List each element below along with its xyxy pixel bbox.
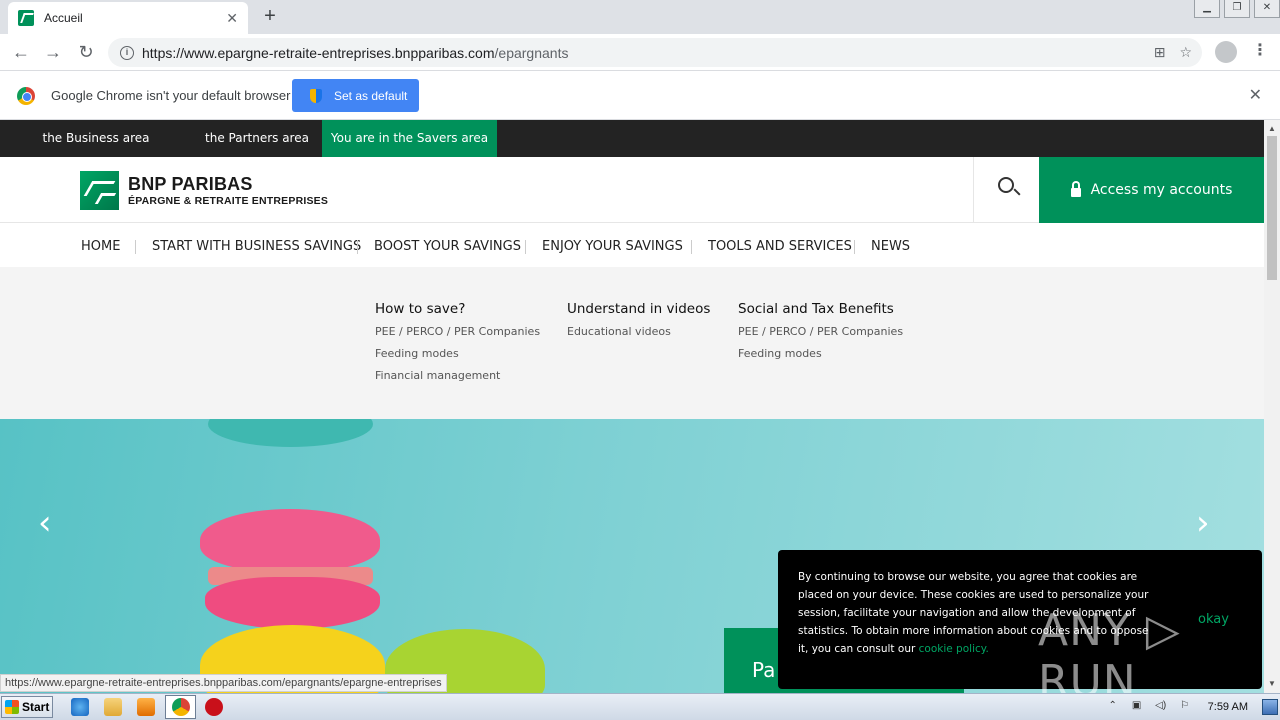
menu-link[interactable]: PEE / PERCO / PER Companies (375, 323, 540, 345)
carousel-next-icon[interactable]: › (1196, 503, 1210, 543)
nav-boost-savings[interactable]: BOOST YOUR SAVINGS (374, 239, 521, 254)
nav-enjoy-savings[interactable]: ENJOY YOUR SAVINGS (542, 239, 683, 254)
volume-icon[interactable]: ◁) (1152, 700, 1170, 714)
windows-logo-icon (5, 700, 19, 714)
nav-divider (854, 240, 855, 254)
bookmark-star-icon[interactable]: ☆ (1179, 44, 1192, 61)
chrome-icon (172, 698, 190, 716)
chrome-logo-icon (17, 87, 35, 105)
nav-tools-services[interactable]: TOOLS AND SERVICES (708, 239, 852, 254)
nav-divider (525, 240, 526, 254)
menu-link[interactable]: PEE / PERCO / PER Companies (738, 323, 903, 345)
start-label: Start (22, 700, 50, 714)
menu-column-videos: Understand in videos Educational videos (567, 301, 710, 345)
media-player-icon[interactable] (137, 698, 155, 716)
browser-tab[interactable]: Accueil ✕ (8, 2, 248, 34)
nav-divider (135, 240, 136, 254)
search-button[interactable] (973, 157, 1039, 223)
network-icon[interactable]: ▣ (1128, 700, 1146, 714)
profile-avatar-icon[interactable] (1215, 41, 1237, 63)
nav-start-business-savings[interactable]: START WITH BUSINESS SAVINGS (152, 239, 361, 254)
nav-news[interactable]: NEWS (871, 239, 910, 254)
infobar-message: Google Chrome isn't your default browser (51, 88, 291, 103)
tab-strip: Accueil ✕ + ▁ ❐ ✕ (0, 0, 1280, 34)
access-accounts-button[interactable]: Access my accounts (1039, 157, 1264, 223)
set-default-button[interactable]: Set as default (292, 79, 419, 112)
start-button[interactable]: Start (1, 696, 53, 718)
forward-icon[interactable]: → (41, 40, 65, 64)
bnp-favicon-icon (18, 10, 34, 26)
menu-heading[interactable]: Social and Tax Benefits (738, 301, 903, 317)
tray-expand-icon[interactable]: ⌃ (1104, 700, 1122, 714)
site-header: BNP PARIBAS ÉPARGNE & RETRAITE ENTREPRIS… (0, 157, 1264, 223)
lock-icon (1070, 180, 1081, 197)
show-desktop-icon[interactable] (1262, 699, 1278, 715)
anyrun-watermark: ANY ▷ RUN (1038, 605, 1181, 707)
menu-column-tax-benefits: Social and Tax Benefits PEE / PERCO / PE… (738, 301, 903, 367)
logo-subtitle[interactable]: ÉPARGNE & RETRAITE ENTREPRISES (128, 195, 328, 207)
main-nav: HOME START WITH BUSINESS SAVINGS BOOST Y… (0, 223, 1264, 267)
uac-shield-icon (310, 88, 322, 103)
partners-area-link[interactable]: the Partners area (192, 120, 322, 157)
macaron-image (208, 419, 373, 447)
menu-heading[interactable]: Understand in videos (567, 301, 710, 317)
macaron-image (200, 509, 380, 571)
system-tray: ⌃ ▣ ◁) ⚐ 7:59 AM (1104, 694, 1280, 720)
menu-kebab-icon[interactable]: ⋮ (1252, 40, 1268, 60)
status-bubble-url: https://www.epargne-retraite-entreprises… (0, 674, 447, 692)
reload-icon[interactable]: ↻ (74, 40, 98, 64)
menu-heading[interactable]: How to save? (375, 301, 540, 317)
set-default-label: Set as default (334, 88, 408, 103)
back-icon[interactable]: ← (9, 40, 33, 64)
carousel-prev-icon[interactable]: ‹ (38, 503, 52, 543)
minimize-button[interactable]: ▁ (1194, 0, 1220, 18)
mega-menu: How to save? PEE / PERCO / PER Companies… (0, 267, 1264, 419)
close-window-button[interactable]: ✕ (1254, 0, 1280, 18)
infobar-close-icon[interactable]: ✕ (1249, 85, 1262, 105)
browser-toolbar: ← → ↻ i https://www.epargne-retraite-ent… (0, 34, 1280, 71)
tab-title: Accueil (44, 11, 83, 25)
tab-close-icon[interactable]: ✕ (226, 10, 238, 27)
chrome-taskbar-button[interactable] (165, 695, 196, 719)
url-text[interactable]: https://www.epargne-retraite-entreprises… (142, 45, 568, 61)
ie-icon[interactable] (71, 698, 89, 716)
address-bar[interactable]: i https://www.epargne-retraite-entrepris… (108, 38, 1202, 67)
cookie-policy-link[interactable]: cookie policy. (919, 643, 989, 655)
taskbar-clock[interactable]: 7:59 AM (1208, 701, 1248, 713)
audience-topbar: the Business area the Partners area You … (0, 120, 1264, 157)
nav-home[interactable]: HOME (81, 239, 120, 254)
business-area-link[interactable]: the Business area (30, 120, 162, 157)
search-icon (998, 177, 1014, 193)
restore-button[interactable]: ❐ (1224, 0, 1250, 18)
default-browser-infobar: Google Chrome isn't your default browser… (0, 71, 1280, 120)
nav-divider (357, 240, 358, 254)
new-tab-button[interactable]: + (258, 4, 282, 28)
menu-column-how-to-save: How to save? PEE / PERCO / PER Companies… (375, 301, 540, 389)
bnp-stars-logo-icon[interactable] (80, 171, 119, 210)
scroll-thumb[interactable] (1267, 136, 1277, 280)
translate-icon[interactable]: ⊞ (1154, 44, 1166, 61)
logo-name[interactable]: BNP PARIBAS (128, 174, 253, 195)
savers-area-link[interactable]: You are in the Savers area (322, 120, 497, 157)
site-info-icon[interactable]: i (120, 45, 134, 60)
windows-taskbar: Start ⌃ ▣ ◁) ⚐ 7:59 AM (0, 693, 1280, 720)
menu-link[interactable]: Educational videos (567, 323, 710, 345)
access-accounts-label: Access my accounts (1090, 182, 1233, 198)
nav-divider (691, 240, 692, 254)
explorer-folder-icon[interactable] (104, 698, 122, 716)
action-center-flag-icon[interactable]: ⚐ (1176, 700, 1194, 714)
menu-link[interactable]: Financial management (375, 367, 540, 389)
security-alert-icon[interactable] (205, 698, 223, 716)
menu-link[interactable]: Feeding modes (375, 345, 540, 367)
macaron-image (205, 577, 380, 629)
menu-link[interactable]: Feeding modes (738, 345, 903, 367)
scroll-up-icon[interactable]: ▲ (1264, 122, 1280, 136)
window-controls: ▁ ❐ ✕ (1190, 0, 1280, 18)
